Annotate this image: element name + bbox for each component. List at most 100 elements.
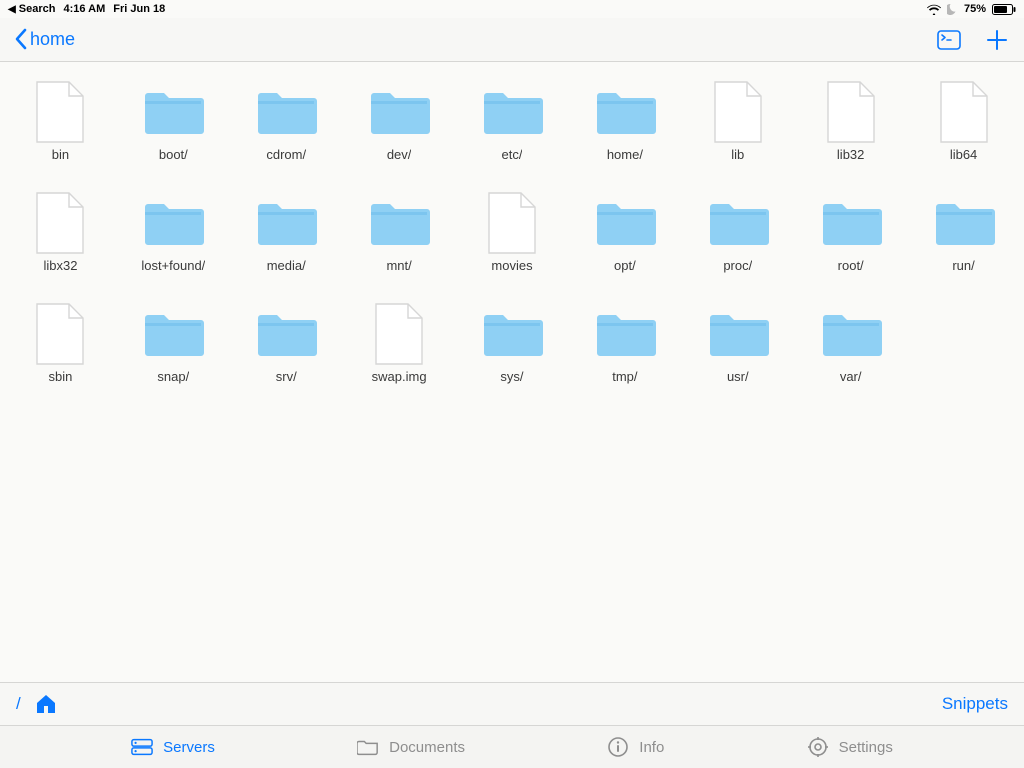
- folder-item[interactable]: boot/: [117, 73, 230, 178]
- item-label: run/: [952, 258, 974, 273]
- terminal-button[interactable]: [936, 27, 962, 53]
- file-icon: [932, 77, 996, 147]
- folder-icon: [819, 188, 883, 258]
- path-bar: / Snippets: [0, 682, 1024, 726]
- add-button[interactable]: [984, 27, 1010, 53]
- file-item[interactable]: swap.img: [343, 295, 456, 400]
- file-item[interactable]: sbin: [4, 295, 117, 400]
- file-grid: bin boot/ cdrom/ dev/ etc/ home/ lib lib…: [4, 73, 1020, 400]
- folder-icon: [480, 77, 544, 147]
- item-label: sbin: [49, 369, 73, 384]
- tab-documents[interactable]: Documents: [357, 736, 465, 758]
- folder-item[interactable]: snap/: [117, 295, 230, 400]
- file-icon: [706, 77, 770, 147]
- file-item[interactable]: lib32: [794, 73, 907, 178]
- chevron-left-icon: [14, 28, 28, 50]
- folder-icon: [367, 77, 431, 147]
- folder-icon: [367, 188, 431, 258]
- folder-icon: [593, 188, 657, 258]
- item-label: movies: [491, 258, 532, 273]
- file-icon: [28, 77, 92, 147]
- item-label: tmp/: [612, 369, 637, 384]
- item-label: bin: [52, 147, 69, 162]
- gear-icon: [807, 736, 829, 758]
- caret-left-icon: ◀: [8, 4, 16, 15]
- tab-label: Documents: [389, 739, 465, 756]
- folder-icon: [593, 77, 657, 147]
- folder-item[interactable]: opt/: [568, 184, 681, 289]
- info-icon: [607, 736, 629, 758]
- snippets-button[interactable]: Snippets: [942, 694, 1008, 714]
- folder-item[interactable]: media/: [230, 184, 343, 289]
- item-label: lost+found/: [141, 258, 205, 273]
- folder-item[interactable]: srv/: [230, 295, 343, 400]
- folder-item[interactable]: lost+found/: [117, 184, 230, 289]
- back-to-app[interactable]: ◀ Search: [8, 3, 55, 15]
- tab-servers[interactable]: Servers: [131, 736, 215, 758]
- folder-item[interactable]: mnt/: [343, 184, 456, 289]
- item-label: lib32: [837, 147, 864, 162]
- file-icon: [480, 188, 544, 258]
- folder-item[interactable]: proc/: [681, 184, 794, 289]
- status-date: Fri Jun 18: [113, 3, 165, 15]
- file-item[interactable]: movies: [456, 184, 569, 289]
- file-icon: [819, 77, 883, 147]
- tab-settings[interactable]: Settings: [807, 736, 893, 758]
- folder-item[interactable]: usr/: [681, 295, 794, 400]
- folder-item[interactable]: dev/: [343, 73, 456, 178]
- folder-item[interactable]: cdrom/: [230, 73, 343, 178]
- file-item[interactable]: libx32: [4, 184, 117, 289]
- folder-icon: [254, 77, 318, 147]
- item-label: cdrom/: [266, 147, 306, 162]
- item-label: root/: [838, 258, 864, 273]
- folder-icon: [706, 299, 770, 369]
- item-label: etc/: [502, 147, 523, 162]
- folder-icon: [480, 299, 544, 369]
- item-label: snap/: [157, 369, 189, 384]
- dnd-moon-icon: [947, 4, 958, 15]
- item-label: home/: [607, 147, 643, 162]
- file-item[interactable]: bin: [4, 73, 117, 178]
- item-label: lib64: [950, 147, 977, 162]
- item-label: mnt/: [386, 258, 411, 273]
- folder-item[interactable]: etc/: [456, 73, 569, 178]
- folder-outline-icon: [357, 736, 379, 758]
- breadcrumb-root[interactable]: /: [16, 694, 21, 714]
- tab-info[interactable]: Info: [607, 736, 664, 758]
- servers-icon: [131, 736, 153, 758]
- folder-item[interactable]: var/: [794, 295, 907, 400]
- back-button[interactable]: home: [14, 29, 75, 50]
- back-title: home: [30, 29, 75, 50]
- home-path-button[interactable]: [35, 694, 57, 714]
- item-label: lib: [731, 147, 744, 162]
- file-item[interactable]: lib64: [907, 73, 1020, 178]
- folder-icon: [254, 188, 318, 258]
- status-time: 4:16 AM: [63, 3, 105, 15]
- wifi-icon: [927, 4, 941, 15]
- item-label: media/: [267, 258, 306, 273]
- folder-icon: [254, 299, 318, 369]
- terminal-icon: [937, 30, 961, 50]
- house-icon: [35, 694, 57, 714]
- item-label: srv/: [276, 369, 297, 384]
- folder-item[interactable]: root/: [794, 184, 907, 289]
- nav-bar: home: [0, 18, 1024, 62]
- folder-item[interactable]: tmp/: [568, 295, 681, 400]
- status-bar: ◀ Search 4:16 AM Fri Jun 18 75%: [0, 0, 1024, 18]
- item-label: libx32: [43, 258, 77, 273]
- folder-item[interactable]: sys/: [456, 295, 569, 400]
- folder-icon: [932, 188, 996, 258]
- item-label: proc/: [723, 258, 752, 273]
- item-label: dev/: [387, 147, 412, 162]
- file-grid-scroll[interactable]: bin boot/ cdrom/ dev/ etc/ home/ lib lib…: [0, 63, 1024, 682]
- battery-icon: [992, 4, 1016, 15]
- file-icon: [28, 299, 92, 369]
- item-label: swap.img: [372, 369, 427, 384]
- folder-icon: [141, 299, 205, 369]
- item-label: boot/: [159, 147, 188, 162]
- folder-item[interactable]: run/: [907, 184, 1020, 289]
- file-item[interactable]: lib: [681, 73, 794, 178]
- plus-icon: [986, 29, 1008, 51]
- folder-item[interactable]: home/: [568, 73, 681, 178]
- tab-label: Servers: [163, 739, 215, 756]
